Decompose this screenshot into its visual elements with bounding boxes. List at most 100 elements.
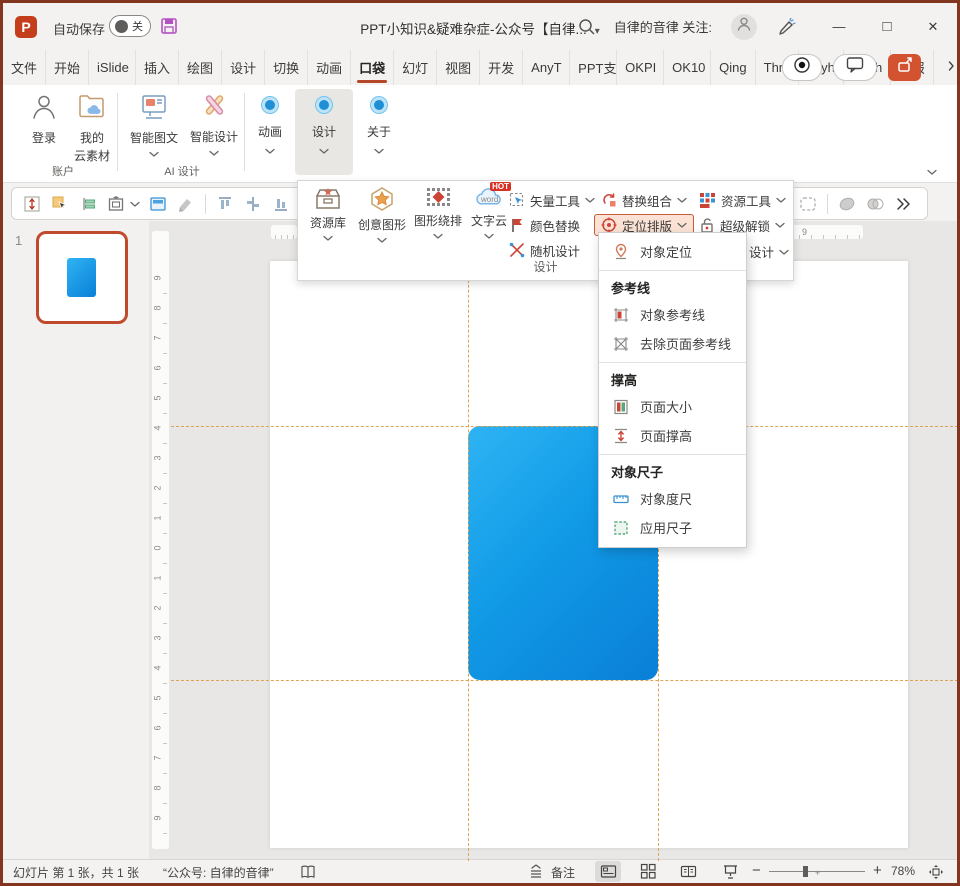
tab-OK10[interactable]: OK10 [664,50,711,85]
popup-button-创意图形[interactable]: 创意图形 [354,186,410,247]
page-stretch-red-icon[interactable] [18,192,46,216]
ribbon-button-动画[interactable]: 动画 [251,95,289,158]
tab-文件[interactable]: 文件 [3,50,46,85]
popup-button-文字云[interactable]: HOTword文字云 [466,186,512,243]
align-green-icon[interactable] [74,192,102,216]
align-middle-icon[interactable] [239,192,267,216]
dotted-shape-icon[interactable] [794,192,822,216]
slide-thumbnail-panel: 1 [3,221,149,865]
my-cloud-assets-button[interactable]: 我的 云素材 [69,93,115,164]
cloud-folder-icon [78,93,106,122]
fit-to-window-icon[interactable] [923,861,949,882]
ruler-number: 7 [153,335,163,340]
tab-幻灯[interactable]: 幻灯 [394,50,437,85]
oval-icon[interactable] [833,192,861,216]
vertical-ruler[interactable]: 9876543210123456789 [152,231,169,849]
zoom-in-button[interactable]: + [873,862,882,879]
tab-口袋[interactable]: 口袋 [351,50,394,85]
align-bottom-icon[interactable] [267,192,295,216]
slide-thumbnail[interactable] [36,231,128,324]
page-height-icon [613,428,629,444]
popup-item-资源工具[interactable]: 资源工具 [699,189,786,211]
collapse-ribbon-chevron[interactable] [927,163,937,181]
share-button[interactable] [888,54,921,81]
login-button[interactable]: 登录 [21,93,67,146]
view-normal-button[interactable] [595,861,621,882]
hot-badge: HOT [490,182,511,191]
ruler-number: 9 [153,815,163,820]
chevron-right-icon [948,58,955,76]
tab-Qing[interactable]: Qing [711,50,755,85]
popup-item-矢量工具[interactable]: 矢量工具 [509,189,595,211]
zoom-slider[interactable]: + [769,871,865,872]
ruler-number: 8 [153,785,163,790]
tab-绘图[interactable]: 绘图 [179,50,222,85]
ribbon-button-设计[interactable]: 设计 [299,95,349,158]
chevron-down-icon [585,193,595,207]
maximize-button[interactable]: □ [865,3,909,50]
menu-item-去除页面参考线[interactable]: 去除页面参考线 [599,329,746,358]
select-object-icon[interactable] [46,192,74,216]
comment-button[interactable] [833,54,877,81]
view-sorter-button[interactable] [635,861,661,882]
announce-button[interactable] [772,3,802,50]
zoom-value[interactable]: 78% [891,864,915,878]
tab-OKPI[interactable]: OKPI [617,50,664,85]
minimize-button[interactable]: — [817,3,861,50]
tab-视图[interactable]: 视图 [437,50,480,85]
record-icon [793,56,811,79]
tab-iSlide[interactable]: iSlide [89,50,136,85]
popup-item-颜色替换[interactable]: 颜色替换 [509,214,580,236]
horizontal-ruler-left[interactable] [271,225,297,239]
menu-item-页面撑高[interactable]: 页面撑高 [599,421,746,450]
notes-label[interactable]: 备注 [551,864,575,881]
record-button[interactable] [782,54,822,81]
chevron-down-icon [323,231,333,245]
horizontal-guide-line[interactable] [171,680,958,681]
zoom-slider-thumb[interactable] [803,866,808,877]
chevron-down-icon [319,144,329,158]
menu-item-对象度尺[interactable]: 对象度尺 [599,484,746,513]
popup-item-替换组合[interactable]: 替换组合 [601,189,687,211]
tab-插入[interactable]: 插入 [136,50,179,85]
insert-box-icon[interactable] [102,192,130,216]
more-icon[interactable] [889,192,917,216]
merge-shapes-icon[interactable] [861,192,889,216]
blue-panel-icon[interactable] [144,192,172,216]
popup-button-资源库[interactable]: 资源库 [304,186,352,245]
tab-overflow-chevron[interactable] [948,53,955,81]
close-button[interactable]: ✕ [911,3,955,50]
tab-动画[interactable]: 动画 [308,50,351,85]
chevron-down-icon [677,193,687,207]
ruler-number: 1 [153,575,163,580]
zoom-out-button[interactable]: − [752,862,761,879]
menu-item-页面大小[interactable]: 页面大小 [599,392,746,421]
view-reading-button[interactable] [675,861,701,882]
spellcheck-book-icon[interactable] [295,861,321,882]
tab-开发[interactable]: 开发 [480,50,523,85]
tab-切换[interactable]: 切换 [265,50,308,85]
user-avatar[interactable] [731,3,757,50]
ribbon-button-关于[interactable]: 关于 [359,95,399,158]
vertical-guide-line[interactable] [468,225,469,861]
search-button[interactable] [572,3,602,50]
tab-开始[interactable]: 开始 [46,50,89,85]
smart-design-button[interactable]: 智能设计 [185,93,243,160]
menu-item-对象定位[interactable]: 对象定位 [599,237,746,266]
align-top-icon[interactable] [211,192,239,216]
horizontal-guide-line[interactable] [171,426,958,427]
pin-icon [613,243,629,260]
tab-PPT支[interactable]: PPT支 [570,50,617,85]
notes-icon[interactable] [523,861,549,882]
tab-设计[interactable]: 设计 [222,50,265,85]
menu-item-对象参考线[interactable]: 对象参考线 [599,300,746,329]
popup-button-图形绕排[interactable]: 图形绕排 [410,186,466,243]
account-text: 自律的音律 关注: [614,3,712,50]
menu-item-应用尺子[interactable]: 应用尺子 [599,513,746,542]
super-unlock-icon [699,217,715,233]
smart-graphics-button[interactable]: 智能图文 [125,93,183,161]
tab-AnyT[interactable]: AnyT [523,50,570,85]
view-slideshow-button[interactable] [717,861,743,882]
format-brush-icon[interactable] [172,192,200,216]
chevron-down-icon[interactable] [130,195,140,213]
